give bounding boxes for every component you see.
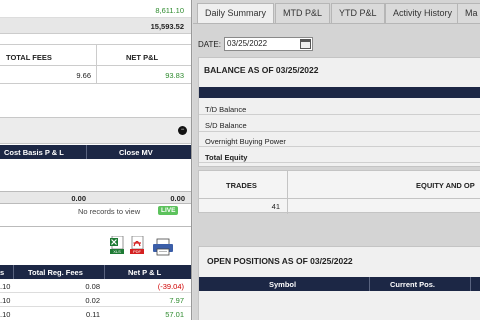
total-fees-value: 9.66 (76, 71, 91, 80)
symbol-header: Symbol (269, 280, 297, 289)
trades-value: 41 (271, 202, 280, 211)
right-panel: Daily Summary MTD P&L YTD P&L Activity H… (193, 0, 480, 320)
trade-row[interactable]: .10 0.08 (-39.04) (0, 279, 191, 293)
divider (199, 131, 480, 132)
trade-cell-a: .10 (0, 310, 11, 319)
td-balance-label: T/D Balance (205, 105, 247, 114)
column-divider (96, 66, 97, 84)
column-divider (96, 45, 97, 67)
top-value-2: 15,593.52 (150, 22, 184, 31)
positions-header-row: Cost Basis P & L Close MV (0, 145, 191, 159)
close-mv-header: Close MV (119, 148, 153, 157)
tab-activity-history[interactable]: Activity History (385, 3, 461, 23)
calendar-icon[interactable] (300, 39, 311, 49)
balance-header-bar (199, 87, 480, 98)
divider (199, 146, 480, 147)
trade-cell-a: .10 (0, 296, 11, 305)
svg-text:PDF: PDF (133, 249, 142, 254)
svg-text:XLS: XLS (113, 249, 121, 254)
tab-baseline (193, 23, 480, 24)
positions-total-2: 0.00 (170, 194, 185, 203)
trade-fees: 0.02 (85, 296, 100, 305)
trade-fees: 0.08 (85, 282, 100, 291)
open-positions-title: OPEN POSITIONS AS OF 03/25/2022 (207, 256, 353, 266)
fees-value-row: 9.66 93.83 (0, 66, 191, 84)
column-divider (104, 265, 105, 279)
positions-body (0, 159, 191, 191)
equity-header: EQUITY AND OP (416, 181, 475, 190)
trades-header-row: s Total Reg. Fees Net P & L (0, 265, 191, 279)
date-label: DATE: (198, 40, 221, 49)
no-records-text: No records to view (78, 207, 141, 216)
total-reg-fees-header: Total Reg. Fees (28, 268, 83, 277)
positions-panel-bar: − (0, 117, 191, 144)
trade-net-pl: 7.97 (169, 296, 184, 305)
date-field[interactable]: 03/25/2022 (224, 37, 313, 51)
positions-total-1: 0.00 (71, 194, 86, 203)
trade-net-pl: 57.01 (165, 310, 184, 319)
balance-card: BALANCE AS OF 03/25/2022 T/D Balance S/D… (198, 57, 480, 167)
tab-daily-summary[interactable]: Daily Summary (197, 3, 275, 23)
column-divider (369, 277, 370, 291)
balance-title: BALANCE AS OF 03/25/2022 (204, 65, 319, 75)
trade-row[interactable]: .10 0.02 7.97 (0, 293, 191, 307)
trade-row[interactable]: .10 0.11 57.01 (0, 307, 191, 320)
open-positions-header-row: Symbol Current Pos. (199, 277, 480, 291)
current-pos-header: Current Pos. (390, 280, 436, 289)
divider (0, 226, 191, 227)
net-pl-header: NET P&L (126, 53, 159, 62)
col-s-header: s (0, 268, 5, 277)
minus-circle-icon[interactable]: − (178, 126, 187, 135)
printer-icon[interactable] (152, 238, 174, 256)
top-value-row-2: 15,593.52 (0, 18, 191, 34)
total-fees-header: TOTAL FEES (6, 53, 52, 62)
trades-header: TRADES (226, 181, 257, 190)
trade-net-pl: (-39.04) (157, 282, 184, 291)
tab-mtd-pl[interactable]: MTD P&L (275, 3, 331, 23)
divider (199, 198, 480, 199)
top-value-row-1: 8,611.10 (0, 0, 191, 18)
top-value-1: 8,611.10 (155, 6, 184, 15)
trade-fees: 0.11 (85, 310, 100, 319)
cost-basis-header: Cost Basis P & L (4, 148, 64, 157)
divider (199, 162, 480, 163)
left-panel: 8,611.10 15,593.52 TOTAL FEES NET P&L 9.… (0, 0, 192, 320)
total-equity-label: Total Equity (205, 153, 248, 162)
date-value: 03/25/2022 (227, 39, 268, 48)
live-badge[interactable]: LIVE (158, 206, 179, 215)
fees-header-row: TOTAL FEES NET P&L (0, 44, 191, 67)
excel-icon[interactable]: XLS (110, 235, 124, 254)
column-divider (86, 145, 87, 159)
column-divider (287, 171, 288, 214)
net-pl-value: 93.83 (165, 71, 184, 80)
trades-card: TRADES EQUITY AND OP 41 (198, 170, 480, 214)
tab-ytd-pl[interactable]: YTD P&L (331, 3, 385, 23)
net-pl-header: Net P & L (128, 268, 162, 277)
overnight-buying-power-label: Overnight Buying Power (205, 137, 286, 146)
divider (199, 114, 480, 115)
sd-balance-label: S/D Balance (205, 121, 247, 130)
column-divider (13, 265, 14, 279)
open-positions-card: OPEN POSITIONS AS OF 03/25/2022 Symbol C… (198, 246, 480, 320)
trade-cell-a: .10 (0, 282, 11, 291)
tab-more[interactable]: Ma (457, 3, 480, 23)
column-divider (470, 277, 471, 291)
positions-total-row: 0.00 0.00 (0, 191, 191, 204)
positions-footer: No records to view LIVE (0, 204, 191, 218)
pdf-icon[interactable]: PDF (130, 235, 144, 254)
